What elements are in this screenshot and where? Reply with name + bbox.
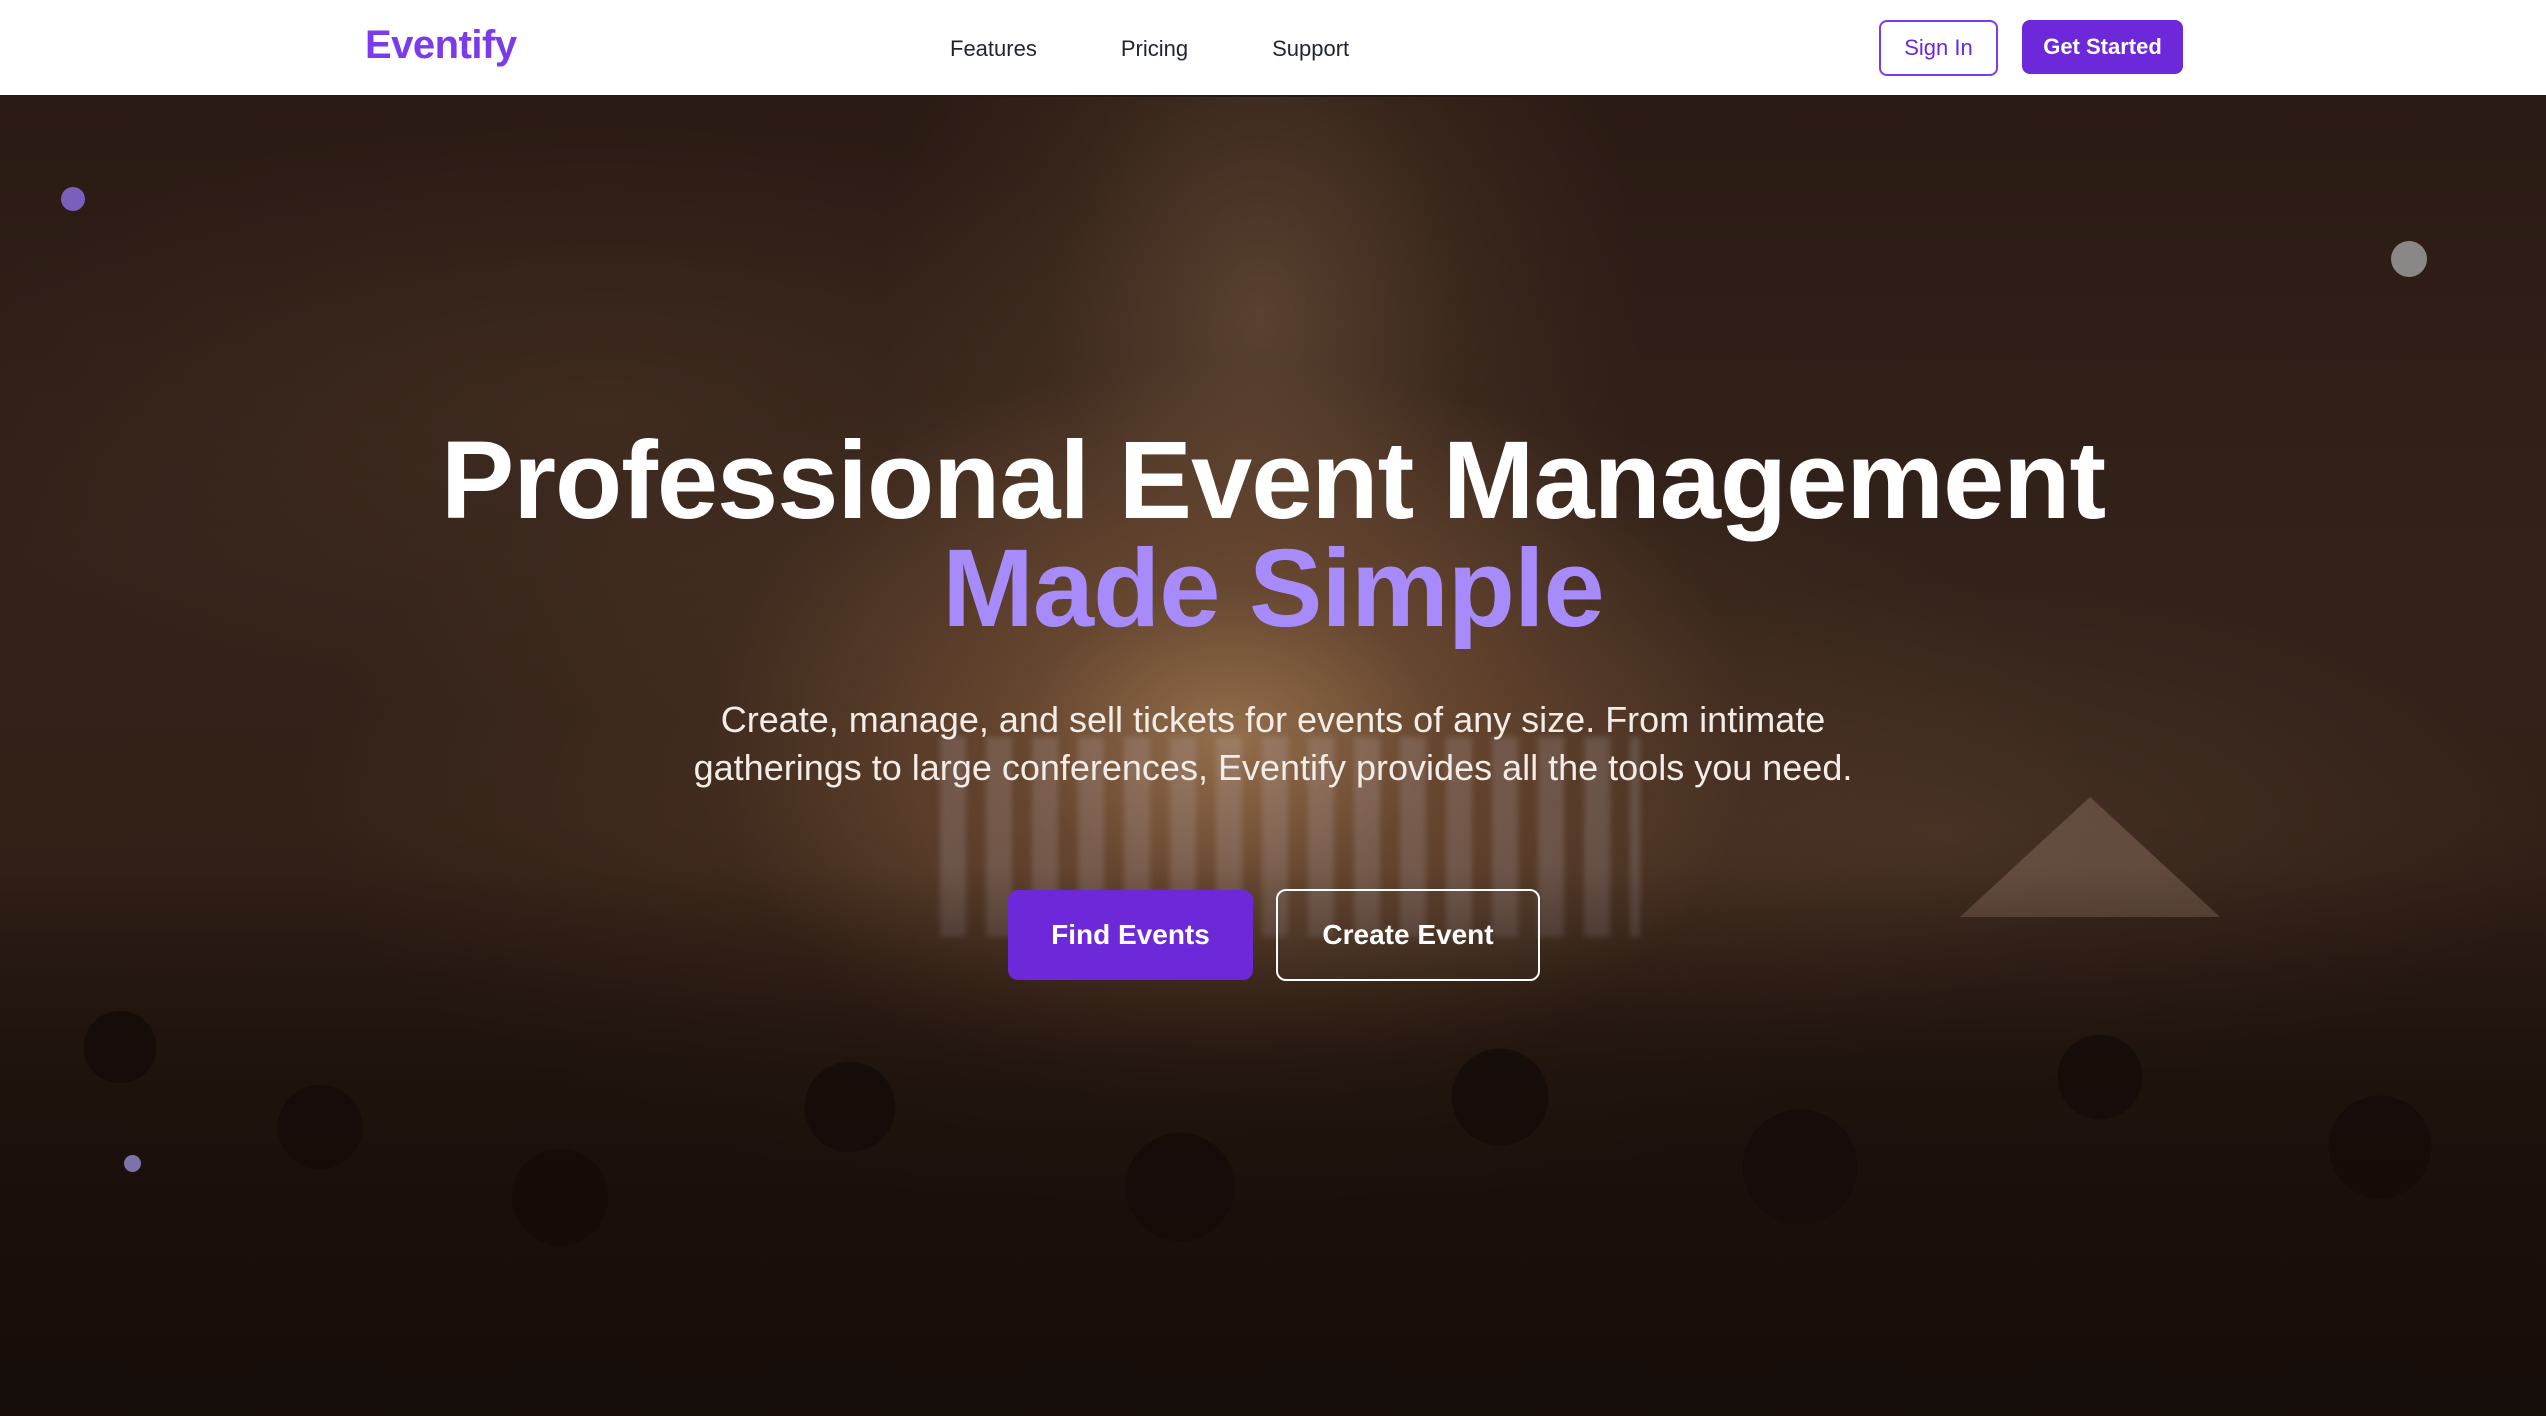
hero-subtitle: Create, manage, and sell tickets for eve… (560, 696, 1986, 792)
primary-nav: Features Pricing Support (950, 0, 1349, 97)
hero-section: Professional Event Management Made Simpl… (0, 97, 2546, 1416)
get-started-button[interactable]: Get Started (2022, 20, 2183, 74)
decorative-dot (2391, 241, 2427, 277)
nav-link-features[interactable]: Features (950, 36, 1037, 62)
sign-in-button[interactable]: Sign In (1879, 20, 1998, 76)
nav-link-support[interactable]: Support (1272, 36, 1349, 62)
hero-subtitle-line: gatherings to large conferences, Eventif… (693, 747, 1853, 788)
eventify-logo[interactable]: Eventify (365, 23, 517, 68)
decorative-dot (124, 1155, 141, 1172)
top-navbar: Eventify Features Pricing Support Sign I… (0, 0, 2546, 97)
hero-subtitle-line: Create, manage, and sell tickets for eve… (720, 699, 1826, 740)
find-events-button[interactable]: Find Events (1008, 890, 1253, 980)
hero-title-highlight: Made Simple (942, 527, 1604, 650)
decorative-dot (61, 187, 85, 211)
hero-title: Professional Event Management (440, 419, 2106, 542)
create-event-button[interactable]: Create Event (1276, 889, 1540, 981)
nav-link-pricing[interactable]: Pricing (1121, 36, 1188, 62)
